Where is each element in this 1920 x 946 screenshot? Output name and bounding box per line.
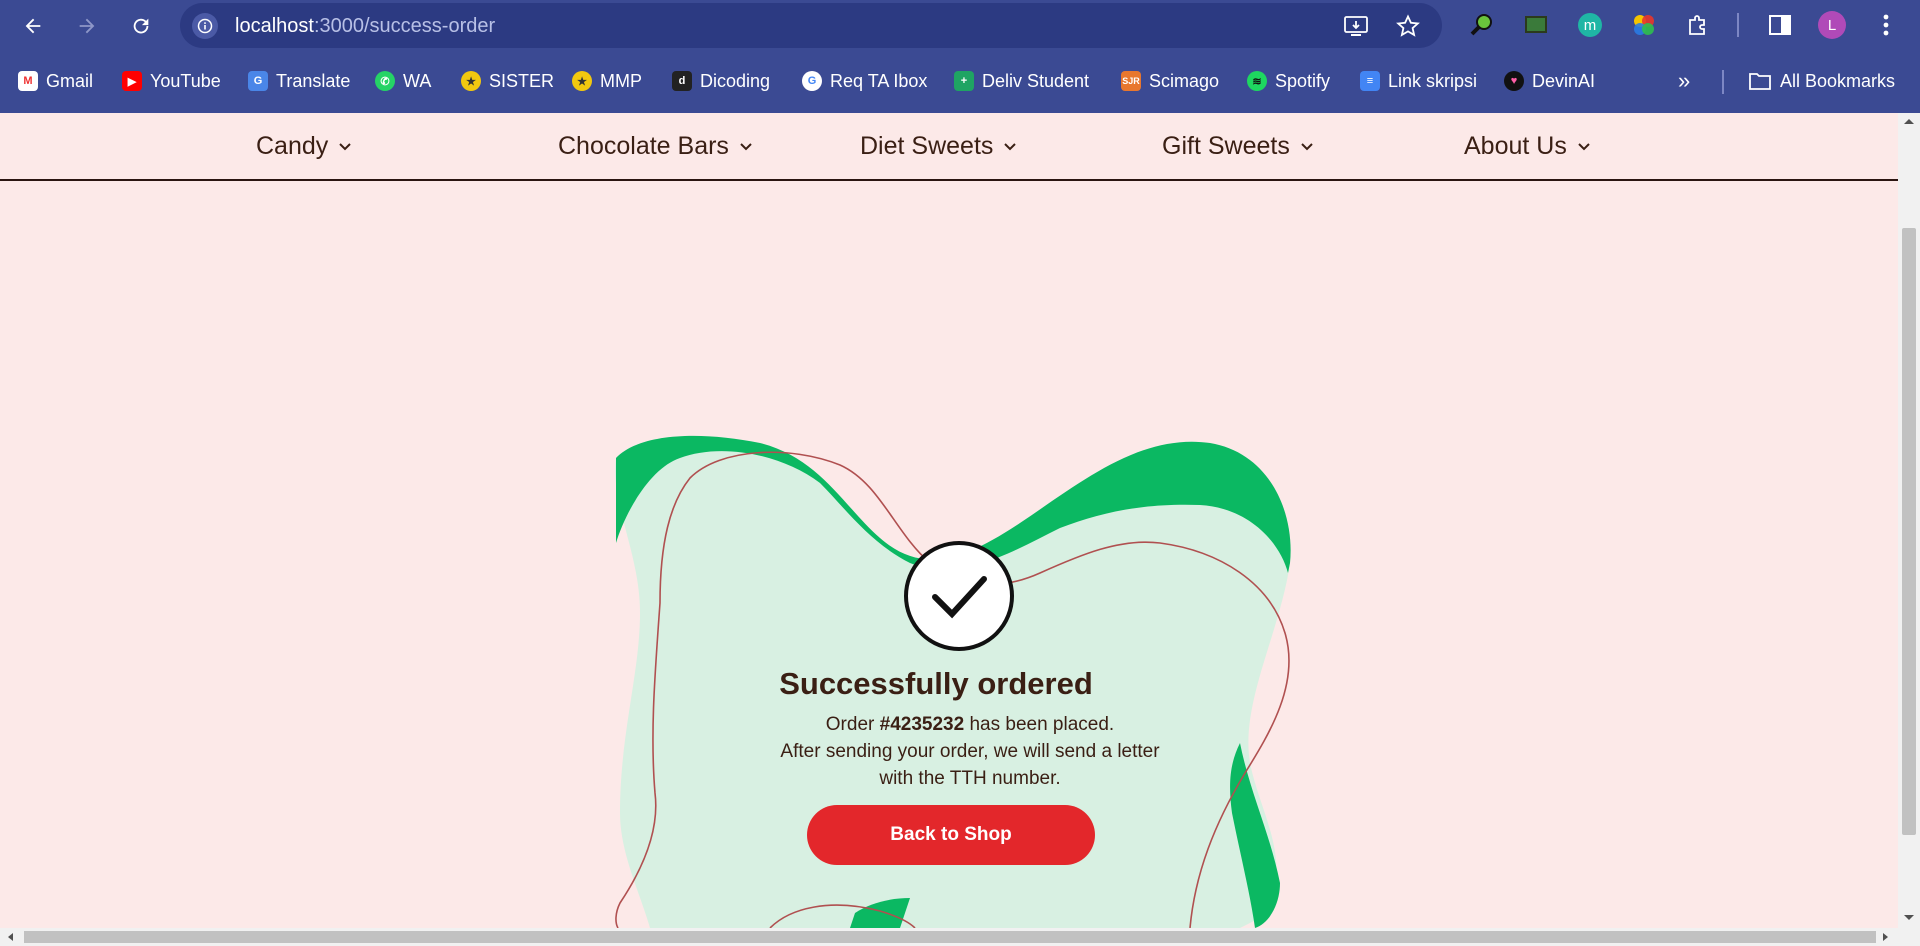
bookmark-req-ta-ibox[interactable]: G Req TA Ibox <box>802 69 927 93</box>
bookmark-translate[interactable]: G Translate <box>248 69 350 93</box>
spotify-icon: ≋ <box>1247 71 1267 91</box>
devinai-heart-icon: ♥ <box>1504 71 1524 91</box>
bookmark-wa[interactable]: ✆ WA <box>375 69 431 93</box>
all-bookmarks-button[interactable]: All Bookmarks <box>1748 69 1895 93</box>
order-number: #4235232 <box>879 714 965 735</box>
whatsapp-icon: ✆ <box>375 71 395 91</box>
bookmark-dicoding[interactable]: d Dicoding <box>672 69 770 93</box>
side-panel-icon[interactable] <box>1766 11 1794 39</box>
all-bookmarks-label: All Bookmarks <box>1780 70 1896 91</box>
bookmark-label: Req TA Ibox <box>830 70 928 91</box>
bookmarks-divider <box>1722 70 1724 94</box>
vertical-scrollbar[interactable] <box>1898 113 1920 928</box>
scimago-icon: SJR <box>1121 71 1141 91</box>
bookmark-star-icon[interactable] <box>1395 13 1421 39</box>
bookmark-label: Scimago <box>1149 70 1220 91</box>
more-bookmarks-button[interactable]: » <box>1678 68 1691 93</box>
url-path: :3000/success-order <box>313 15 496 37</box>
gmail-icon: M <box>18 71 38 91</box>
scrollbar-corner <box>1898 928 1920 946</box>
chevron-double-right-icon: » <box>1678 68 1691 93</box>
address-bar[interactable]: localhost:3000/success-order <box>180 3 1442 48</box>
dicoding-icon: d <box>672 71 692 91</box>
bookmark-label: Dicoding <box>700 70 771 91</box>
bookmark-label: MMP <box>600 70 642 91</box>
bookmark-label: DevinAI <box>1532 70 1596 91</box>
bookmark-label: Deliv Student <box>982 70 1090 91</box>
page-viewport: Candy Chocolate Bars Diet Sweets Gift Sw… <box>0 113 1898 928</box>
sheets-icon: + <box>954 71 974 91</box>
bookmark-label: SISTER <box>489 70 555 91</box>
extension-color-icon[interactable] <box>1630 11 1658 39</box>
google-icon: G <box>802 71 822 91</box>
order-suffix: has been placed. <box>964 714 1115 735</box>
scroll-up-arrow-icon[interactable] <box>1903 117 1915 125</box>
bookmark-link-skripsi[interactable]: ≡ Link skripsi <box>1360 69 1477 93</box>
site-info-icon[interactable] <box>192 13 218 39</box>
extension-screen-icon[interactable] <box>1522 11 1550 39</box>
order-line: Order #4235232 has been placed. <box>760 711 1180 738</box>
docs-icon: ≡ <box>1360 71 1380 91</box>
extension-magnifier-icon[interactable] <box>1468 11 1496 39</box>
bookmark-label: Link skripsi <box>1388 70 1478 91</box>
arrow-right-icon <box>79 18 95 34</box>
scroll-right-arrow-icon[interactable] <box>1882 932 1890 942</box>
reload-button[interactable] <box>124 9 158 43</box>
profile-initial: L <box>1818 11 1846 39</box>
url-text[interactable]: localhost:3000/success-order <box>235 15 495 38</box>
bookmark-deliv-student[interactable]: + Deliv Student <box>954 69 1089 93</box>
youtube-icon: ▶ <box>122 71 142 91</box>
forward-button[interactable] <box>70 9 104 43</box>
horizontal-scroll-thumb[interactable] <box>24 931 1876 943</box>
bookmark-scimago[interactable]: SJR Scimago <box>1121 69 1219 93</box>
install-app-icon[interactable] <box>1343 13 1369 39</box>
arrow-left-icon <box>25 18 41 34</box>
sister-logo-icon: ★ <box>461 71 481 91</box>
url-host: localhost <box>235 15 314 37</box>
reload-icon <box>133 18 149 34</box>
bookmark-label: WA <box>403 70 432 91</box>
order-prefix: Order <box>825 714 880 735</box>
success-message: Order #4235232 has been placed. After se… <box>760 711 1180 792</box>
toolbar-divider <box>1737 13 1739 37</box>
browser-chrome: localhost:3000/success-order m L M Gmail… <box>0 0 1920 113</box>
message-line-2: After sending your order, we will send a… <box>780 741 1160 762</box>
bookmark-gmail[interactable]: M Gmail <box>18 69 93 93</box>
scroll-left-arrow-icon[interactable] <box>6 932 14 942</box>
bookmark-youtube[interactable]: ▶ YouTube <box>122 69 221 93</box>
back-to-shop-button[interactable]: Back to Shop <box>807 805 1095 865</box>
bookmark-label: Spotify <box>1275 70 1331 91</box>
bookmark-spotify[interactable]: ≋ Spotify <box>1247 69 1330 93</box>
extensions-puzzle-icon[interactable] <box>1684 11 1712 39</box>
bookmark-label: YouTube <box>150 70 221 91</box>
horizontal-scrollbar[interactable] <box>0 928 1898 946</box>
bookmark-label: Translate <box>276 70 351 91</box>
folder-icon <box>1749 73 1771 90</box>
message-line-3: with the TTH number. <box>879 768 1061 789</box>
profile-avatar[interactable]: L <box>1818 11 1846 39</box>
extension-m-icon[interactable]: m <box>1576 11 1604 39</box>
bookmark-mmp[interactable]: ★ MMP <box>572 69 642 93</box>
vertical-scroll-thumb[interactable] <box>1902 228 1916 835</box>
back-button[interactable] <box>16 9 50 43</box>
translate-icon: G <box>248 71 268 91</box>
bookmark-devinai[interactable]: ♥ DevinAI <box>1504 69 1595 93</box>
bookmark-sister[interactable]: ★ SISTER <box>461 69 554 93</box>
bookmarks-bar: M Gmail ▶ YouTube G Translate ✆ WA ★ SIS… <box>0 61 1920 101</box>
success-title: Successfully ordered <box>779 666 1093 701</box>
bookmark-label: Gmail <box>46 70 94 91</box>
scroll-down-arrow-icon[interactable] <box>1903 914 1915 922</box>
browser-toolbar: localhost:3000/success-order m L <box>0 0 1920 51</box>
mmp-logo-icon: ★ <box>572 71 592 91</box>
browser-menu-icon[interactable] <box>1872 11 1900 39</box>
success-check-circle <box>904 541 1014 651</box>
checkmark-icon <box>932 576 987 619</box>
